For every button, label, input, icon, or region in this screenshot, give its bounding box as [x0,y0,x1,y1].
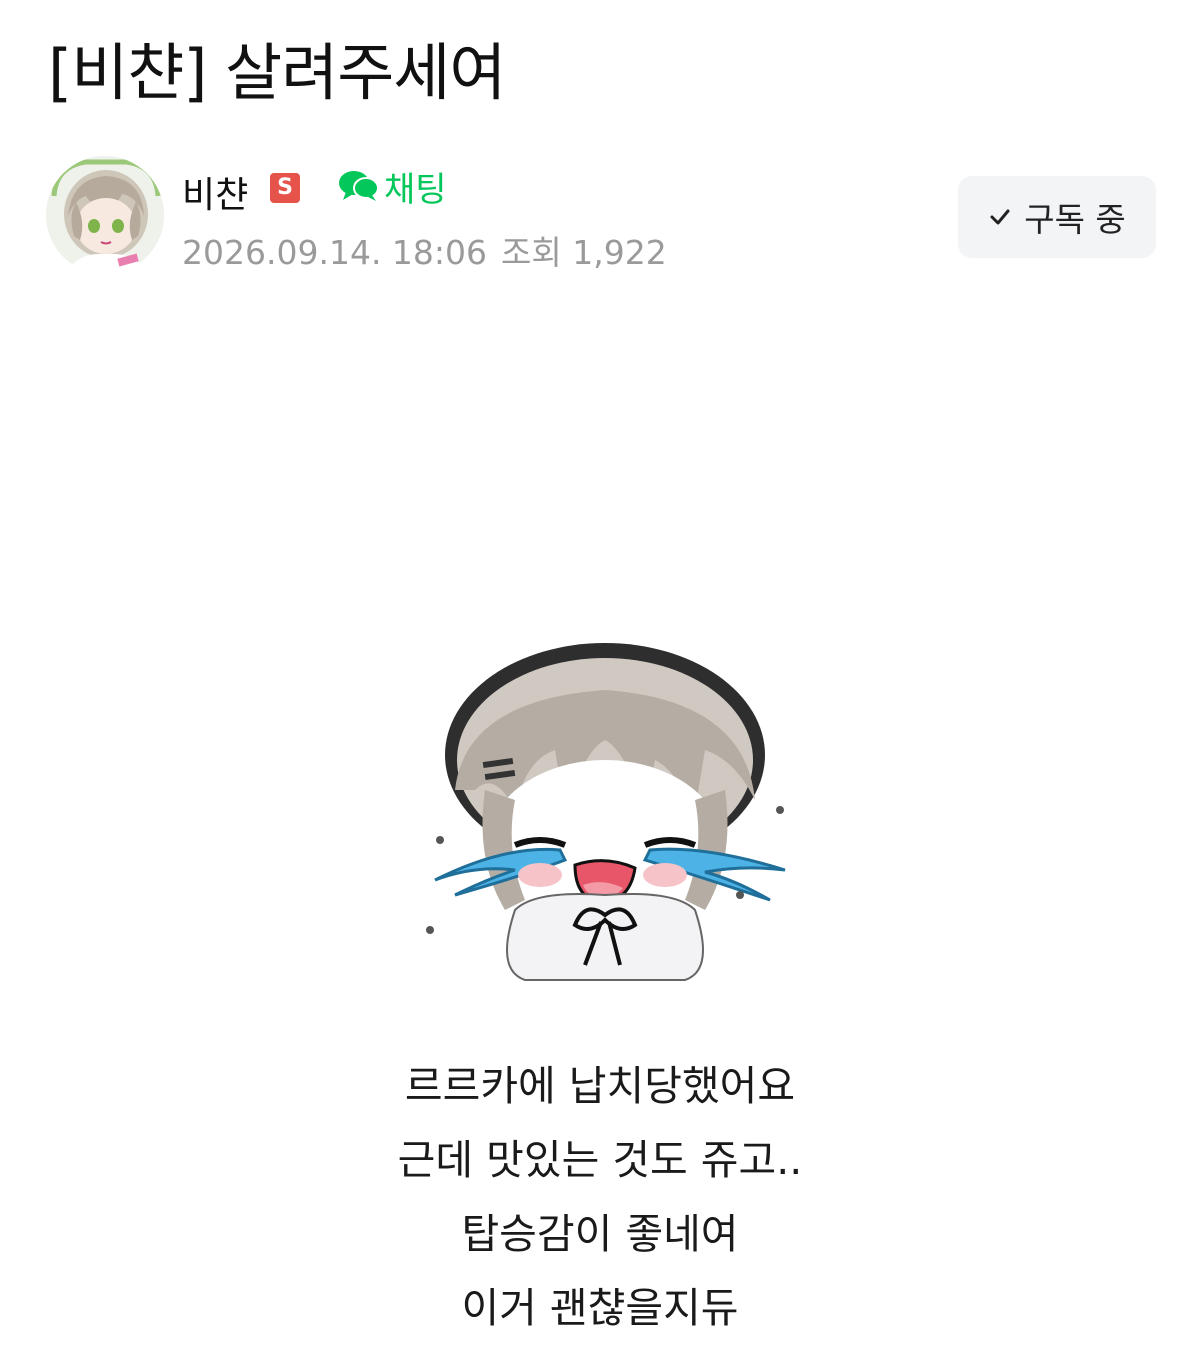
body-line: 근데 맛있는 것도 쥬고.. [397,1136,803,1184]
author-avatar[interactable] [46,156,164,274]
check-icon [990,209,1010,225]
view-count: 조회 1,922 [501,233,667,272]
subscribe-button[interactable]: 구독 중 [958,176,1156,258]
post-body: 르르카에 납치당했어요 근데 맛있는 것도 쥬고.. 탑승감이 좋네여 이거 괜… [0,1054,1200,1350]
streamer-badge: S [270,173,300,203]
body-line: 이거 괜챦을지듀 [461,1284,739,1332]
body-line: 르르카에 납치당했어요 [404,1062,796,1110]
post-meta: 2026.09.14. 18:06 조회 1,922 [182,226,667,274]
chat-label: 채팅 [384,169,447,210]
body-line: 탑승감이 좋네여 [461,1210,739,1258]
crying-sticker-image [415,640,795,990]
author-name[interactable]: 비챤 [182,166,248,218]
subscribe-label: 구독 중 [1024,200,1126,239]
chat-button[interactable]: 채팅 [338,164,447,210]
chat-bubble-icon [339,171,379,201]
avatar-image [46,156,164,274]
post-date: 2026.09.14. 18:06 [182,233,488,272]
author-row: 비챤 S 채팅 2026.09.14. 18:06 조회 1,922 구독 중 [46,156,1156,276]
post-title: [비챤] 살려주세여 [48,36,506,109]
